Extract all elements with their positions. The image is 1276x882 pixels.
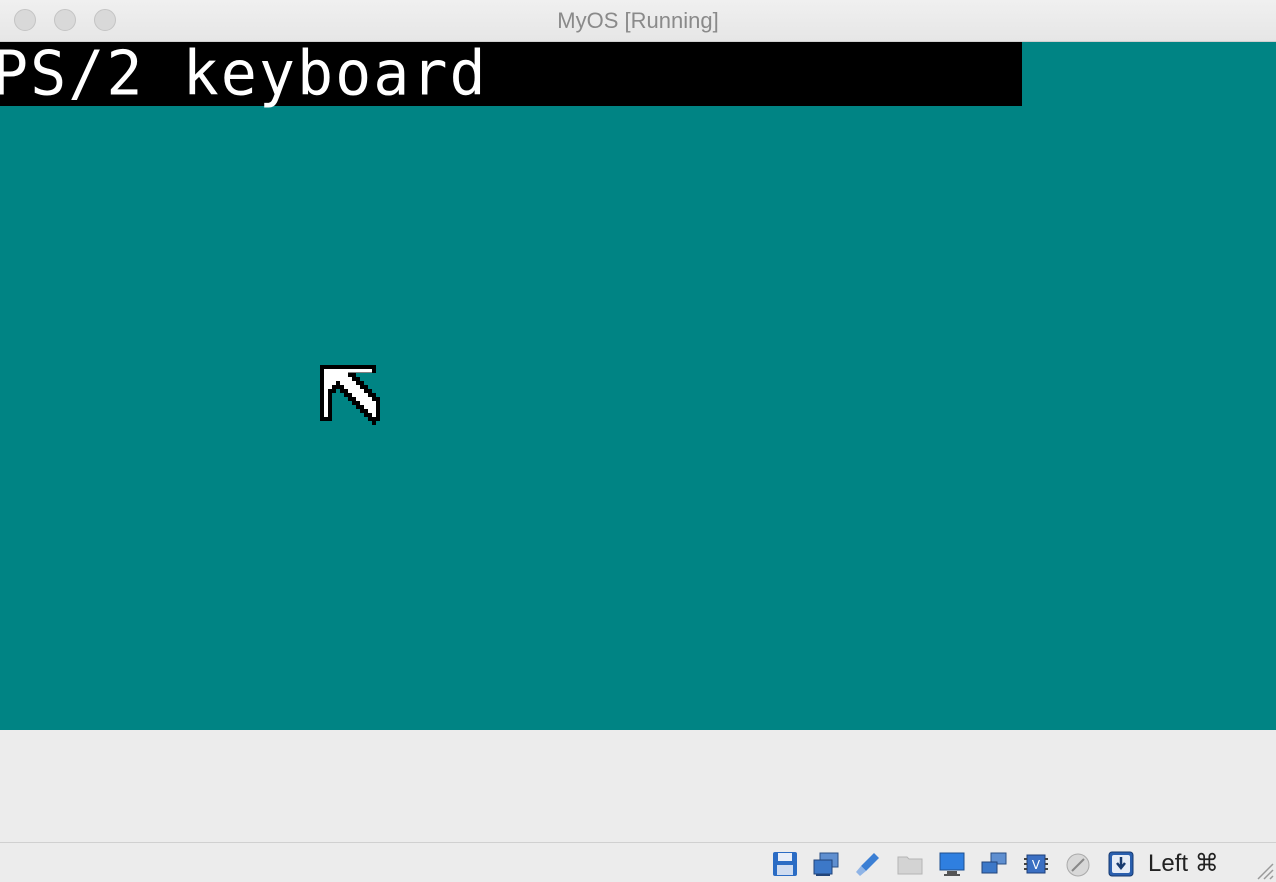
network-icon[interactable]	[979, 849, 1009, 879]
vm-screen[interactable]: PS/2 keyboard	[0, 42, 1276, 730]
host-key-label: Left ⌘	[1148, 850, 1219, 877]
shared-folder-icon[interactable]	[895, 849, 925, 879]
host-status-bar: V Left ⌘	[0, 842, 1276, 882]
floppy-icon[interactable]	[770, 849, 800, 879]
console-text: PS/2 keyboard	[0, 42, 488, 110]
mouse-integration-icon[interactable]	[1063, 849, 1093, 879]
usb-icon[interactable]	[853, 849, 883, 879]
display-icon[interactable]	[937, 849, 967, 879]
host-key-icon[interactable]	[1106, 849, 1136, 879]
window-titlebar[interactable]: MyOS [Running]	[0, 0, 1276, 42]
svg-text:V: V	[1032, 858, 1041, 872]
cpu-icon[interactable]: V	[1021, 849, 1051, 879]
mouse-pointer-icon	[320, 365, 380, 425]
console-line: PS/2 keyboard	[0, 42, 1022, 110]
optical-drive-icon[interactable]	[811, 849, 841, 879]
window-title: MyOS [Running]	[557, 8, 719, 33]
resize-grip-icon[interactable]	[1254, 860, 1274, 880]
